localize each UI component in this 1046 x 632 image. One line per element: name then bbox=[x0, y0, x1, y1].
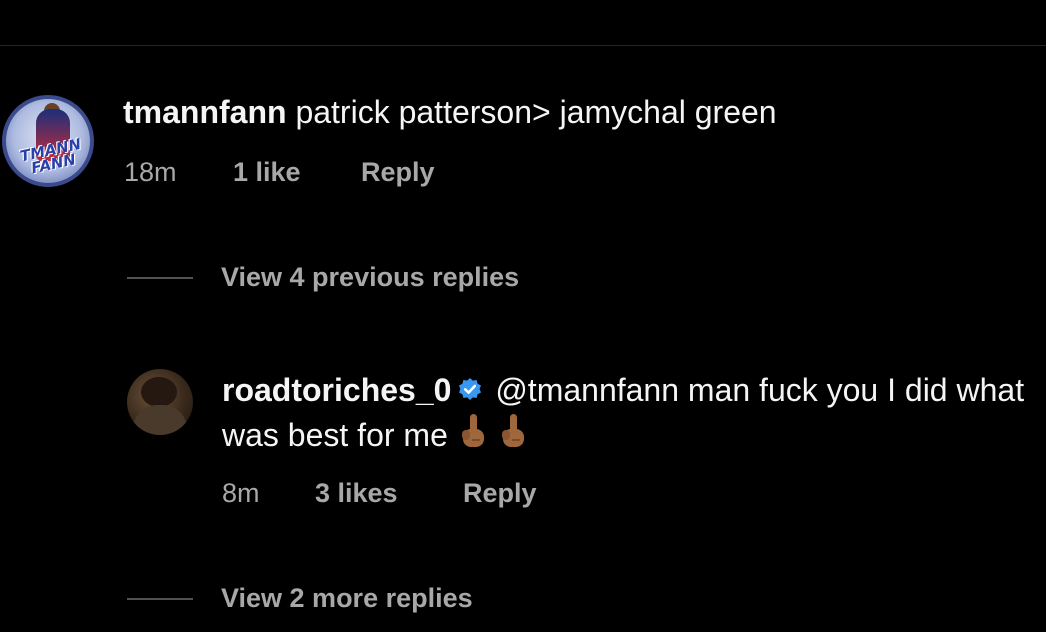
view-previous-replies-label: View 4 previous replies bbox=[221, 262, 520, 292]
reply-button[interactable]: Reply bbox=[463, 476, 537, 510]
comment-likes[interactable]: 1 like bbox=[233, 155, 301, 189]
comment-username[interactable]: tmannfann bbox=[123, 94, 287, 130]
reply-username[interactable]: roadtoriches_0 bbox=[222, 372, 451, 408]
comment-body: tmannfann patrick patterson> jamychal gr… bbox=[123, 92, 777, 132]
reply-avatar-head bbox=[141, 377, 177, 407]
reply-avatar[interactable] bbox=[127, 369, 193, 435]
comment-text: patrick patterson> jamychal green bbox=[295, 94, 777, 130]
comment-time: 18m bbox=[124, 157, 177, 187]
top-divider bbox=[0, 45, 1046, 46]
reply-button[interactable]: Reply bbox=[361, 155, 435, 189]
middle-finger-emoji-icon bbox=[498, 412, 528, 452]
replies-divider bbox=[127, 598, 193, 600]
reply-avatar-body bbox=[133, 405, 187, 435]
view-previous-replies-button[interactable]: View 4 previous replies bbox=[127, 260, 627, 294]
reply-time: 8m bbox=[222, 478, 260, 508]
middle-finger-emoji-icon bbox=[458, 412, 488, 452]
avatar[interactable]: TMANN FANN bbox=[2, 95, 94, 187]
view-more-replies-label: View 2 more replies bbox=[221, 583, 473, 613]
reply-likes[interactable]: 3 likes bbox=[315, 476, 398, 510]
reply-body: roadtoriches_0 @tmannfann man fuck you I… bbox=[222, 369, 1032, 457]
verified-badge-icon bbox=[457, 377, 483, 403]
avatar-logo-text: TMANN FANN bbox=[18, 134, 83, 178]
replies-divider bbox=[127, 277, 193, 279]
view-more-replies-button[interactable]: View 2 more replies bbox=[127, 581, 627, 615]
